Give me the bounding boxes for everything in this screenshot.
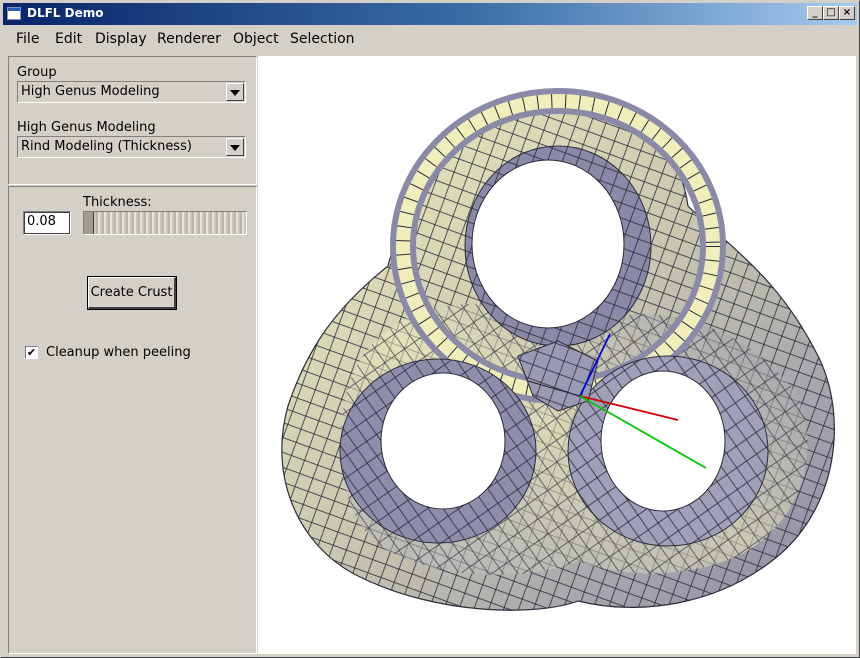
cleanup-checkbox[interactable]: ✔ [25, 346, 38, 359]
title-bar[interactable]: DLFL Demo _ □ × [3, 3, 857, 25]
menu-file[interactable]: File [16, 31, 39, 47]
menu-selection[interactable]: Selection [290, 31, 355, 47]
maximize-icon[interactable]: □ [823, 6, 839, 20]
mesh-right-hole [567, 355, 769, 547]
menu-renderer[interactable]: Renderer [157, 31, 221, 47]
cleanup-label: Cleanup when peeling [46, 345, 191, 360]
group-select[interactable]: High Genus Modeling [17, 81, 246, 103]
create-crust-button[interactable]: Create Crust [87, 276, 177, 310]
group-panel: Group High Genus Modeling High Genus Mod… [8, 56, 257, 185]
thickness-label: Thickness: [83, 195, 152, 210]
group-label: Group [17, 65, 57, 80]
menu-object[interactable]: Object [233, 31, 279, 47]
menu-display[interactable]: Display [95, 31, 147, 47]
mesh-left-hole [339, 358, 537, 544]
chevron-down-icon[interactable] [226, 138, 244, 156]
window-title: DLFL Demo [27, 6, 104, 20]
app-icon [7, 7, 21, 20]
menu-edit[interactable]: Edit [55, 31, 82, 47]
close-icon[interactable]: × [839, 6, 855, 20]
mode-select-value: Rind Modeling (Thickness) [21, 139, 192, 154]
rind-panel: 0.08 Thickness: Create Crust ✔ Cleanup w… [8, 186, 257, 654]
viewport-3d[interactable] [258, 56, 856, 654]
slider-handle[interactable] [84, 212, 94, 234]
chevron-down-icon[interactable] [226, 83, 244, 101]
mode-label: High Genus Modeling [17, 120, 156, 135]
group-select-value: High Genus Modeling [21, 84, 160, 99]
thickness-slider[interactable] [83, 211, 247, 235]
mode-select[interactable]: Rind Modeling (Thickness) [17, 136, 246, 158]
minimize-icon[interactable]: _ [807, 6, 823, 20]
menu-bar: File Edit Display Renderer Object Select… [3, 27, 857, 51]
thickness-input[interactable]: 0.08 [23, 211, 71, 235]
app-window: DLFL Demo _ □ × File Edit Display Render… [0, 0, 860, 658]
mesh-render [281, 88, 835, 611]
